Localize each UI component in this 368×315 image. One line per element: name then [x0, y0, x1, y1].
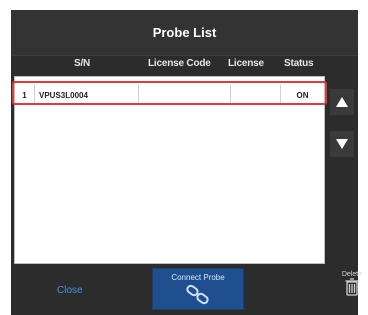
dialog-title: Probe List: [152, 25, 217, 40]
column-header-status: Status: [284, 58, 314, 69]
cell-status: ON: [296, 90, 309, 100]
column-header-license-code: License Code: [148, 58, 211, 69]
title-divider: [11, 55, 358, 56]
table-header: S/N License Code License Status: [14, 58, 324, 74]
column-header-sn: S/N: [74, 58, 91, 69]
title-bar: Probe List: [11, 10, 358, 55]
scroll-up-button[interactable]: [330, 89, 354, 115]
table-row[interactable]: 1 VPUS3L0004 ON: [15, 85, 324, 105]
connect-probe-button[interactable]: Connect Probe: [152, 268, 244, 310]
delete-label: Delete: [341, 271, 363, 278]
scroll-down-button[interactable]: [330, 131, 354, 157]
column-header-license: License: [228, 58, 264, 69]
close-button[interactable]: Close: [57, 285, 83, 296]
trash-icon: [345, 278, 359, 296]
connect-probe-label: Connect Probe: [171, 273, 225, 282]
delete-button[interactable]: Delete: [339, 269, 365, 313]
cell-sn: VPUS3L0004: [35, 85, 139, 105]
triangle-down-icon: [336, 139, 348, 149]
probe-table: 1 VPUS3L0004 ON: [14, 76, 325, 264]
triangle-up-icon: [336, 97, 348, 107]
cell-license: [231, 85, 281, 105]
bottom-bar: Close Connect Probe Delete: [11, 268, 362, 315]
link-icon: [186, 284, 209, 305]
cell-license-code: [139, 85, 231, 105]
row-index: 1: [15, 85, 35, 105]
